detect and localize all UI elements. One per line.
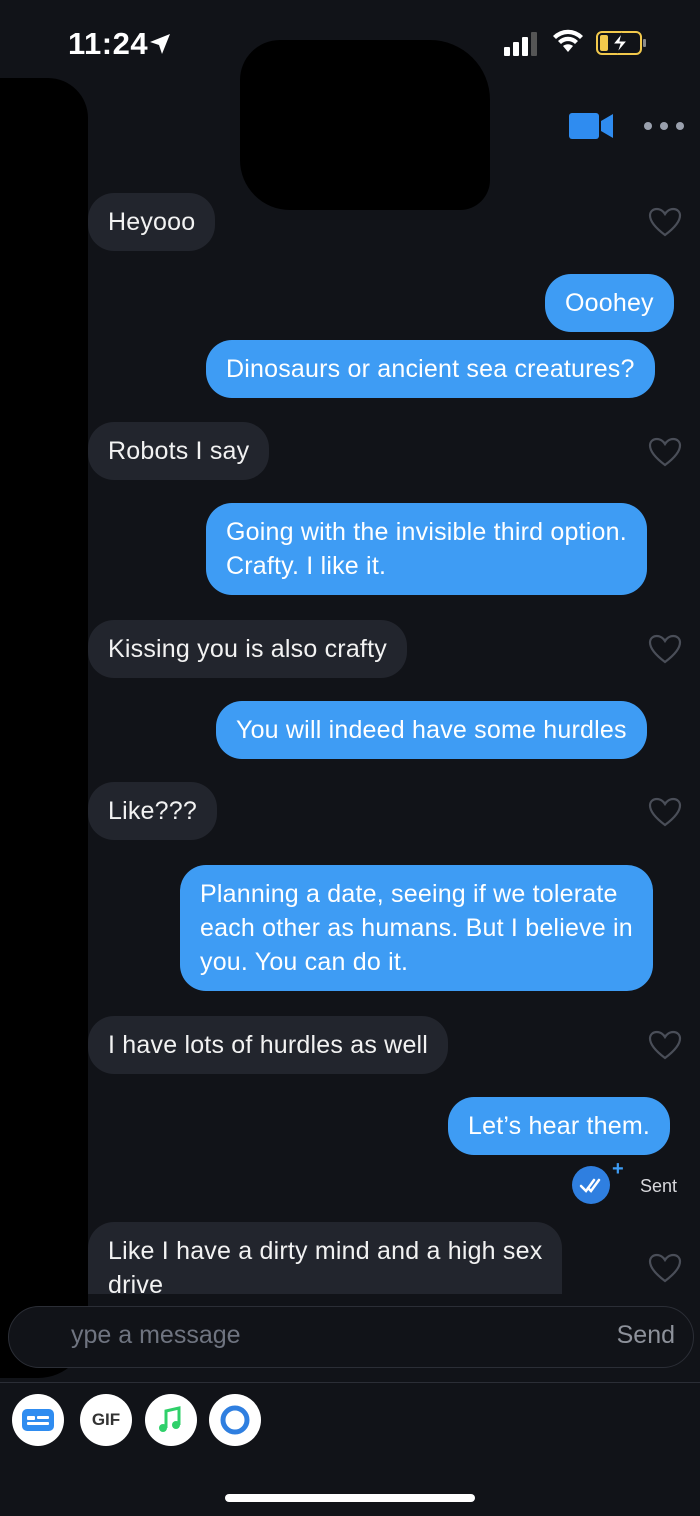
message-bubble-received[interactable]: Heyooo: [88, 193, 216, 251]
gif-label: GIF: [91, 1410, 121, 1429]
message-bubble-received[interactable]: Like???: [88, 782, 217, 840]
gif-icon[interactable]: GIF: [80, 1394, 132, 1446]
cellular-signal-icon: [504, 32, 537, 56]
heart-icon[interactable]: [648, 1253, 682, 1283]
music-icon[interactable]: [145, 1394, 197, 1446]
circle-icon[interactable]: [209, 1394, 261, 1446]
card-icon[interactable]: [12, 1394, 64, 1446]
message-input[interactable]: ype a message: [71, 1321, 241, 1350]
message-composer[interactable]: ype a message Send: [8, 1306, 694, 1368]
redacted-avatar-area: [0, 78, 88, 1378]
message-bubble-received[interactable]: Kissing you is also crafty: [88, 620, 407, 678]
battery-charging-icon: [596, 31, 646, 55]
double-check-icon: [572, 1166, 610, 1204]
heart-icon[interactable]: [648, 634, 682, 664]
sent-label: Sent: [640, 1176, 678, 1196]
message-bubble-sent[interactable]: Going with the invisible third option. C…: [206, 503, 647, 595]
message-bubble-sent[interactable]: Let’s hear them.: [448, 1097, 671, 1155]
video-camera-icon[interactable]: [569, 112, 615, 140]
message-bubble-received[interactable]: Robots I say: [88, 422, 270, 480]
status-time: 11:24: [68, 26, 149, 61]
home-indicator[interactable]: [225, 1494, 475, 1502]
heart-icon[interactable]: [648, 207, 682, 237]
message-bubble-sent[interactable]: Dinosaurs or ancient sea creatures?: [206, 340, 655, 398]
plus-icon: +: [612, 1158, 624, 1180]
message-bubble-sent[interactable]: Ooohey: [545, 274, 674, 332]
message-bubble-sent[interactable]: You will indeed have some hurdles: [216, 701, 647, 759]
redacted-contact-name: [240, 40, 490, 210]
location-arrow-icon: [150, 34, 170, 54]
heart-icon[interactable]: [648, 797, 682, 827]
sent-status: + Sent: [572, 1158, 692, 1206]
message-bubble-received[interactable]: I have lots of hurdles as well: [88, 1016, 449, 1074]
heart-icon[interactable]: [648, 437, 682, 467]
heart-icon[interactable]: [648, 1030, 682, 1060]
divider: [0, 1382, 700, 1383]
message-bubble-received[interactable]: Like I have a dirty mind and a high sex …: [88, 1222, 563, 1294]
more-dots-icon[interactable]: [644, 112, 684, 140]
send-button[interactable]: Send: [617, 1321, 675, 1350]
message-bubble-sent[interactable]: Planning a date, seeing if we tolerate e…: [180, 865, 653, 991]
wifi-icon: [553, 29, 583, 52]
